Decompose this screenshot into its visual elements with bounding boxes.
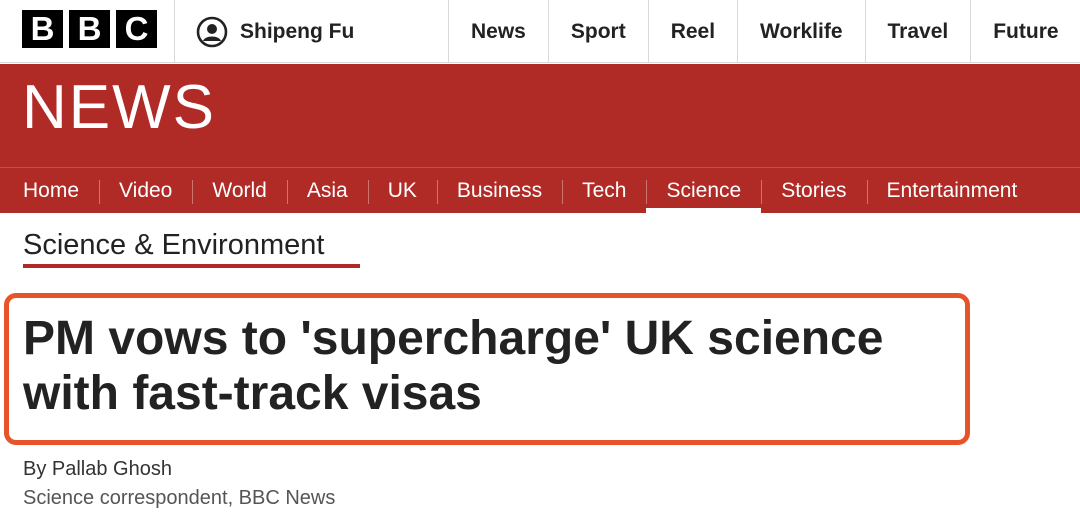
bbc-logo-letter: B: [22, 10, 63, 48]
news-wordmark[interactable]: NEWS: [22, 72, 216, 143]
account-link[interactable]: Shipeng Fu: [196, 14, 354, 50]
news-nav-uk[interactable]: UK: [367, 168, 437, 213]
author-role: Science correspondent, BBC News: [23, 487, 336, 509]
news-nav-stories[interactable]: Stories: [761, 168, 866, 213]
news-nav-science[interactable]: Science: [646, 168, 761, 213]
news-nav-world[interactable]: World: [192, 168, 286, 213]
top-nav-future[interactable]: Future: [970, 0, 1080, 63]
bbc-top-nav: News Sport Reel Worklife Travel Future: [448, 0, 1080, 63]
bbc-top-bar: B B C Shipeng Fu News Sport Reel Worklif…: [0, 0, 1080, 63]
top-nav-sport[interactable]: Sport: [547, 0, 648, 63]
top-nav-news[interactable]: News: [448, 0, 548, 63]
news-nav-video[interactable]: Video: [99, 168, 192, 213]
news-nav-entertainment[interactable]: Entertainment: [866, 168, 1038, 213]
section-title-underline: [23, 264, 360, 268]
news-nav-tech[interactable]: Tech: [562, 168, 646, 213]
bbc-logo[interactable]: B B C: [22, 10, 157, 48]
account-name: Shipeng Fu: [240, 20, 355, 43]
top-nav-travel[interactable]: Travel: [864, 0, 971, 63]
news-section-nav: Home Video World Asia UK Business Tech S…: [0, 167, 1080, 213]
news-banner: NEWS Home Video World Asia UK Business T…: [0, 64, 1080, 213]
bbc-logo-letter: C: [116, 10, 157, 48]
top-nav-reel[interactable]: Reel: [647, 0, 737, 63]
section-title[interactable]: Science & Environment: [23, 229, 324, 262]
news-nav-business[interactable]: Business: [436, 168, 562, 213]
user-account-icon: [196, 16, 228, 48]
bbc-logo-letter: B: [69, 10, 110, 48]
top-bar-divider: [174, 0, 175, 63]
news-nav-asia[interactable]: Asia: [286, 168, 368, 213]
news-nav-home[interactable]: Home: [0, 168, 99, 213]
top-nav-worklife[interactable]: Worklife: [737, 0, 864, 63]
article-byline: By Pallab Ghosh: [23, 458, 172, 480]
article-headline: PM vows to 'supercharge' UK science with…: [23, 312, 884, 420]
